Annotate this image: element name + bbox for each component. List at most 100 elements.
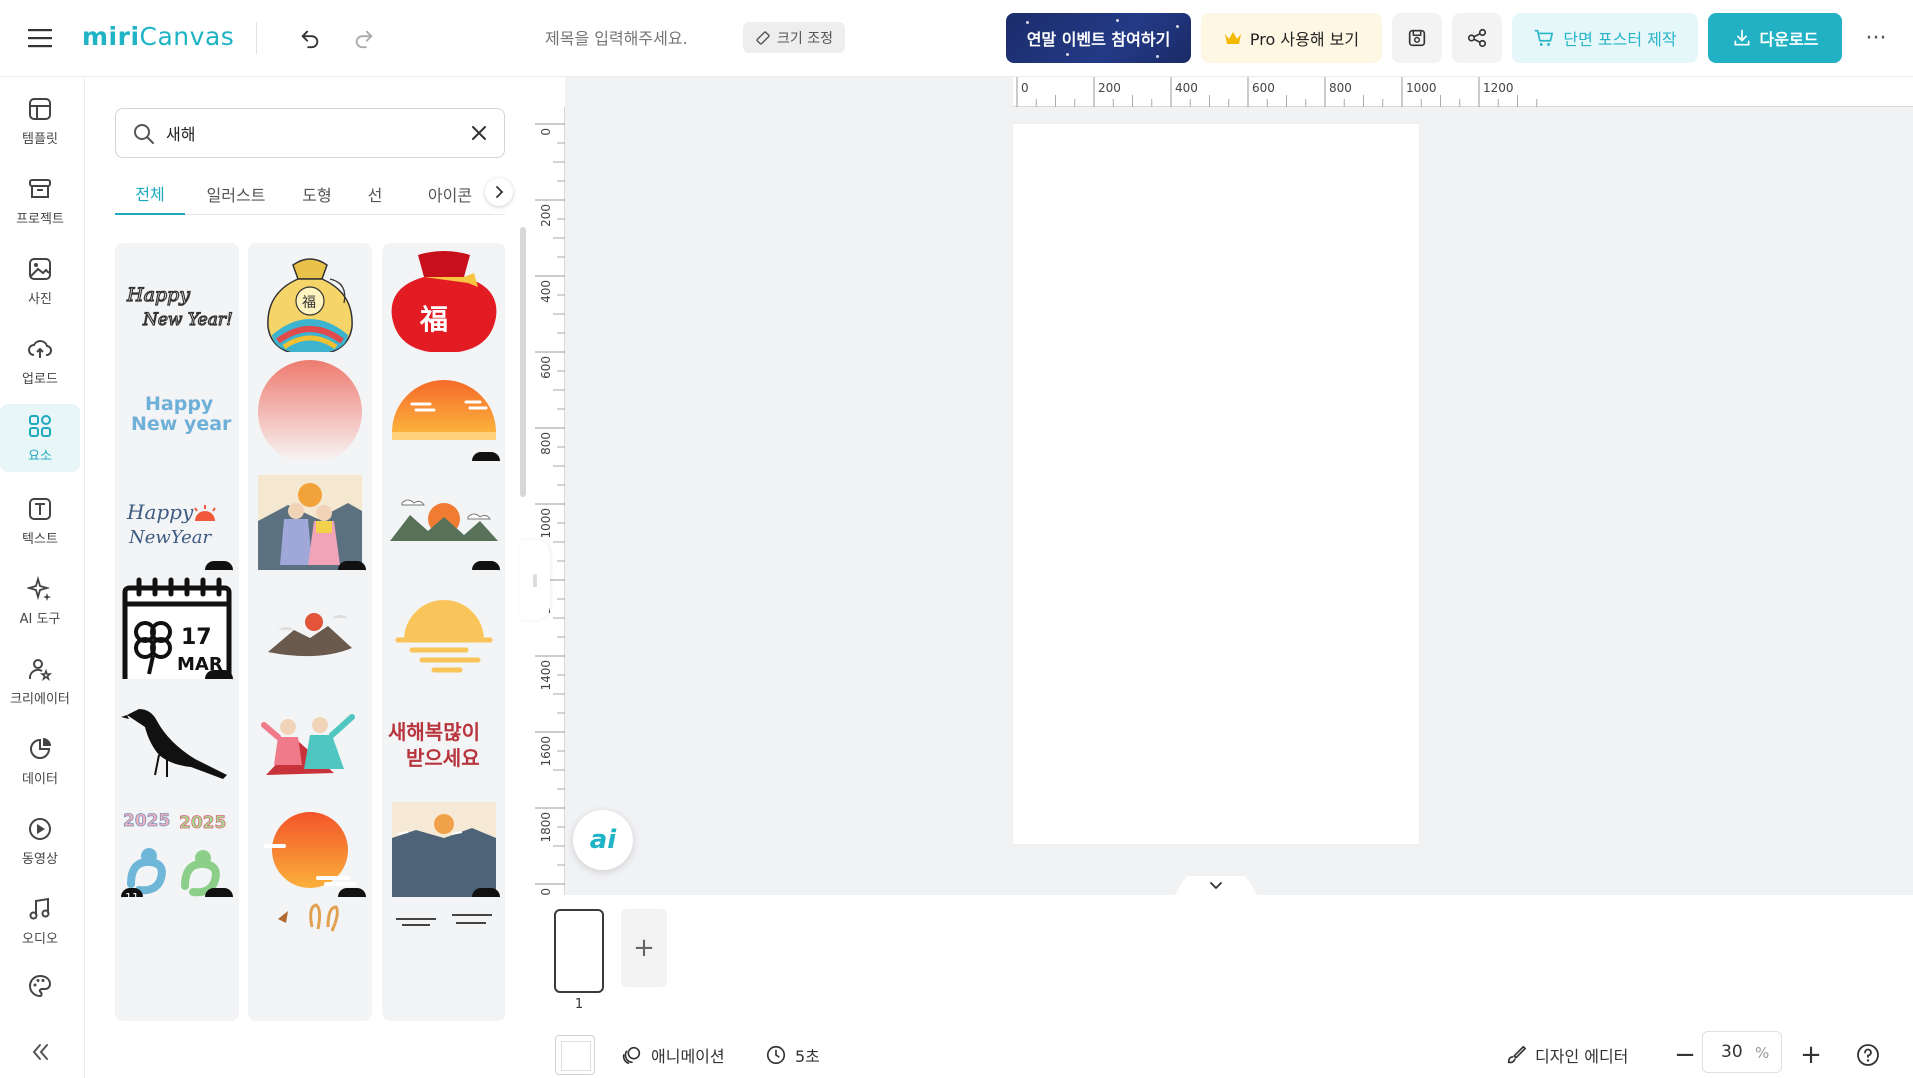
ai-sparkle-icon	[27, 575, 51, 601]
zoom-input[interactable]: 30 %	[1702, 1031, 1782, 1073]
tile-text: New year	[131, 413, 232, 435]
resize-button[interactable]: 크기 조정	[743, 22, 845, 53]
element-tile-happy-new-year-handwritten[interactable]: Happy New Year!	[115, 243, 239, 367]
undo-button[interactable]	[292, 20, 328, 56]
collapse-nav-button[interactable]	[0, 1032, 80, 1072]
clear-search-icon[interactable]	[470, 124, 488, 142]
chevron-down-icon	[1210, 882, 1222, 890]
design-editor-button[interactable]: 디자인 에디터	[1505, 1043, 1628, 1067]
title-input[interactable]	[545, 24, 705, 52]
poster-print-button[interactable]: 단면 포스터 제작	[1512, 13, 1698, 63]
tab-icon[interactable]: 아이콘	[415, 173, 485, 215]
nav-label: 템플릿	[22, 131, 58, 147]
ruler-label: 800	[539, 432, 553, 455]
tile-text: 2025	[123, 811, 170, 831]
grip-icon: ‖	[532, 573, 538, 587]
ai-assistant-button[interactable]: ai	[573, 810, 633, 870]
ruler-label: 1000	[1406, 81, 1437, 95]
share-button[interactable]	[1452, 13, 1502, 63]
logo[interactable]: miri Canvas	[82, 22, 234, 51]
more-button[interactable]: ···	[1858, 20, 1894, 56]
tab-line[interactable]: 선	[355, 173, 395, 215]
panel-scrollbar[interactable]	[520, 227, 526, 497]
element-tile-lucky-bag-colorful[interactable]: 福	[248, 243, 372, 367]
template-icon	[29, 97, 51, 120]
nav-label: 사진	[28, 291, 52, 307]
ruler-label: 200	[539, 204, 553, 227]
double-chevron-left-icon	[32, 1044, 48, 1060]
search-input[interactable]	[166, 121, 456, 145]
nav-item-elements[interactable]: 요소	[0, 404, 80, 472]
nav-item-video[interactable]: 동영상	[0, 807, 80, 875]
animation-button[interactable]: 애니메이션	[621, 1043, 725, 1067]
nav-item-text[interactable]: 텍스트	[0, 487, 80, 555]
element-tile-happy-new-year-sun[interactable]: Happy NewYear	[115, 461, 239, 585]
ruler-label: 600	[539, 356, 553, 379]
element-tile-happy-new-year-blue[interactable]: Happy New year	[115, 352, 239, 476]
collapse-pages-button[interactable]	[1174, 876, 1258, 896]
save-button[interactable]	[1392, 13, 1442, 63]
element-tile-sea-sunrise[interactable]	[382, 788, 505, 912]
element-tile-yellow-moon-clouds[interactable]	[382, 570, 505, 694]
element-tile-text-art[interactable]	[382, 897, 505, 1021]
element-tile-mountain-sunrise[interactable]	[382, 461, 505, 585]
nav-item-creator[interactable]: 크리에이터	[0, 647, 80, 715]
element-tile-2025-snake[interactable]: 2025 2025 11	[115, 788, 239, 912]
background-color-swatch[interactable]	[555, 1035, 595, 1075]
video-icon	[29, 817, 51, 840]
tabs-next-button[interactable]	[485, 178, 513, 206]
add-page-button[interactable]: +	[621, 909, 667, 987]
element-tile-partial[interactable]	[115, 897, 239, 1021]
animation-icon	[622, 1046, 641, 1065]
element-tile-couple-hanbok[interactable]	[248, 461, 372, 585]
magpie-illustration	[121, 709, 227, 779]
page-thumbnail[interactable]	[554, 909, 604, 993]
pro-trial-button[interactable]: Pro 사용해 보기	[1201, 13, 1382, 63]
cloud-upload-icon	[28, 339, 53, 358]
element-tile-lucky-bag-red[interactable]: 福	[382, 243, 505, 367]
zoom-in-button[interactable]: +	[1791, 1035, 1831, 1075]
tile-text: 福	[419, 303, 448, 336]
nav-item-audio[interactable]: 오디오	[0, 887, 80, 955]
tab-illustration[interactable]: 일러스트	[191, 173, 281, 215]
menu-button[interactable]	[22, 20, 58, 56]
nav-item-palette[interactable]	[0, 955, 80, 1023]
element-tile-sunrise-clouds[interactable]	[382, 352, 505, 476]
nav-label: 프로젝트	[16, 211, 64, 227]
help-button[interactable]	[1853, 1040, 1883, 1070]
plus-icon: +	[633, 933, 655, 963]
nav-item-upload[interactable]: 업로드	[0, 327, 80, 395]
tab-shape[interactable]: 도형	[287, 173, 347, 215]
nav-item-template[interactable]: 템플릿	[0, 87, 80, 155]
tile-text: NewYear	[128, 527, 213, 548]
bottom-bar: 1 + 애니메이션 5초 디자인 에디터 − 30 % +	[535, 895, 1913, 1078]
nav-item-project[interactable]: 프로젝트	[0, 167, 80, 235]
redo-button[interactable]	[346, 20, 382, 56]
element-tile-mountain-ink[interactable]	[248, 570, 372, 694]
tab-all[interactable]: 전체	[115, 173, 185, 215]
design-page[interactable]	[1013, 124, 1419, 844]
element-tile-orange-sun[interactable]	[248, 788, 372, 912]
element-tile-new-year-calligraphy[interactable]: 새해복많이 받으세요	[382, 679, 505, 803]
minus-icon: −	[1674, 1040, 1696, 1070]
nav-item-ai-tools[interactable]: AI 도구	[0, 567, 80, 635]
happy-new-year-illustration: Happy New Year!	[125, 283, 233, 330]
nav-item-photo[interactable]: 사진	[0, 247, 80, 315]
nav-label: 크리에이터	[10, 691, 70, 707]
zoom-out-button[interactable]: −	[1665, 1035, 1705, 1075]
element-tile-hanbok-celebration[interactable]	[248, 679, 372, 803]
duration-button[interactable]: 5초	[765, 1043, 820, 1067]
nav-item-data[interactable]: 데이터	[0, 727, 80, 795]
ruler-label: 0	[1021, 81, 1029, 95]
element-tile-calendar-clover[interactable]: 17 MAR	[115, 570, 239, 694]
archive-icon	[29, 178, 51, 198]
plus-icon: +	[1800, 1040, 1822, 1070]
element-tile-magpie[interactable]	[115, 679, 239, 803]
element-tile-gradient-sun[interactable]	[248, 352, 372, 476]
panel-resize-handle[interactable]: ‖	[520, 540, 550, 620]
top-bar: miriCanvas 크기 조정 연말 이벤트 참여하기 Pro 사용해 보기	[0, 0, 1913, 77]
canvas-workspace[interactable]: 0 200 400 600 800 1000 1200 0 200 400 600 800 1000 1…	[535, 77, 1913, 895]
element-tile-rabbit[interactable]	[248, 897, 372, 1021]
download-button[interactable]: 다운로드	[1708, 13, 1842, 63]
event-button[interactable]: 연말 이벤트 참여하기	[1006, 13, 1191, 63]
